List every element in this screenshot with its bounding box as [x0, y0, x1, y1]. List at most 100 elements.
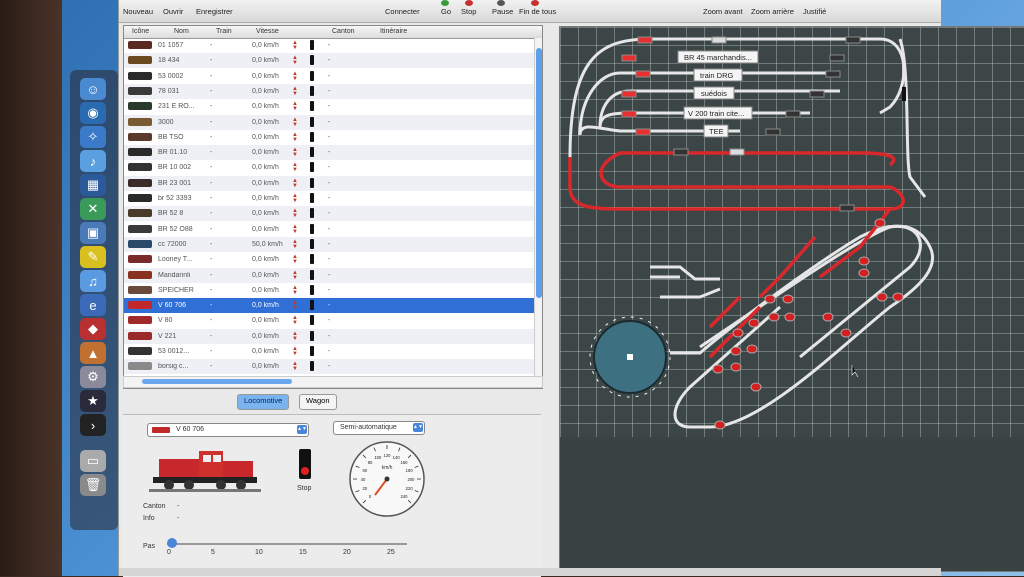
direction-arrows-icon[interactable]: ▲ ▼ [292, 132, 298, 143]
direction-arrows-icon[interactable]: ▲ ▼ [292, 101, 298, 112]
direction-arrows-icon[interactable]: ▲ ▼ [292, 254, 298, 265]
stop-button[interactable]: Stop [461, 7, 476, 16]
vertical-scrollbar[interactable] [534, 38, 542, 388]
header-route[interactable]: Itinéraire [380, 28, 407, 35]
table-row[interactable]: BR 10 002 - 0,0 km/h ▲ ▼ - [124, 160, 534, 175]
slider-knob[interactable] [167, 538, 177, 548]
locomotive-select[interactable]: V 60 706 ▲▼ [147, 423, 309, 437]
stickies-icon[interactable]: ✎ [80, 246, 106, 268]
open-button[interactable]: Ouvrir [163, 7, 183, 16]
header-train[interactable]: Train [216, 28, 232, 35]
direction-arrows-icon[interactable]: ▲ ▼ [292, 162, 298, 173]
pause-button[interactable]: Pause [492, 7, 513, 16]
direction-arrows-icon[interactable]: ▲ ▼ [292, 178, 298, 189]
scroll-thumb[interactable] [536, 48, 542, 298]
table-row[interactable]: V 80 - 0,0 km/h ▲ ▼ - [124, 313, 534, 328]
stop-signal[interactable] [299, 449, 311, 479]
tab-wagon[interactable]: Wagon [299, 394, 337, 410]
header-canton[interactable]: Canton [332, 28, 355, 35]
direction-arrows-icon[interactable]: ▲ ▼ [292, 300, 298, 311]
table-row[interactable]: cc 72000 - 50,0 km/h ▲ ▼ - [124, 236, 534, 252]
zoom-in-button[interactable]: Zoom avant [703, 7, 743, 16]
direction-arrows-icon[interactable]: ▲ ▼ [292, 270, 298, 281]
direction-arrows-icon[interactable]: ▲ ▼ [292, 224, 298, 235]
direction-arrows-icon[interactable]: ▲ ▼ [292, 285, 298, 296]
table-row[interactable]: SPEICHER - 0,0 km/h ▲ ▼ - [124, 283, 534, 298]
star-icon[interactable]: ★ [80, 390, 106, 412]
browser-icon[interactable]: e [80, 294, 106, 316]
itunes-icon[interactable]: ♪ [80, 150, 106, 172]
train-app-icon[interactable]: ◆ [80, 318, 106, 340]
go-button[interactable]: Go [441, 7, 451, 16]
trash-icon[interactable]: 🗑 [80, 474, 106, 496]
table-row[interactable]: br 52 3393 - 0,0 km/h ▲ ▼ - [124, 191, 534, 206]
terminal-icon[interactable]: › [80, 414, 106, 436]
row-train: - [210, 348, 213, 355]
table-row[interactable]: 01 1057 - 0,0 km/h ▲ ▼ - [124, 38, 534, 53]
table-row[interactable]: 3000 - 0,0 km/h ▲ ▼ - [124, 114, 534, 130]
new-button[interactable]: Nouveau [123, 7, 153, 16]
table-row[interactable]: 53 0012... - 0,0 km/h ▲ ▼ - [124, 344, 534, 359]
row-speed: 0,0 km/h [252, 72, 279, 80]
track-layout-canvas[interactable]: BR 45 marchandis... train DRG suédois V … [559, 26, 1024, 572]
table-row[interactable]: V 221 - 0,0 km/h ▲ ▼ - [124, 328, 534, 344]
safari-icon[interactable]: ✧ [80, 126, 106, 148]
direction-arrows-icon[interactable]: ▲ ▼ [292, 361, 298, 372]
table-row[interactable]: BR 52 8 - 0,0 km/h ▲ ▼ - [124, 206, 534, 222]
direction-arrows-icon[interactable]: ▲ ▼ [292, 55, 298, 66]
direction-arrows-icon[interactable]: ▲ ▼ [292, 315, 298, 326]
table-row[interactable]: 231 E RO... - 0,0 km/h ▲ ▼ - [124, 99, 534, 114]
justify-button[interactable]: Justifié [803, 7, 826, 16]
save-button[interactable]: Enregistrer [196, 7, 233, 16]
locomotive-thumbnail-icon [128, 117, 152, 126]
table-row[interactable]: borsig c... - 0,0 km/h ▲ ▼ - [124, 359, 534, 375]
disk-icon[interactable]: ▭ [80, 450, 106, 472]
direction-arrows-icon[interactable]: ▲ ▼ [292, 40, 298, 51]
connect-button[interactable]: Connecter [385, 7, 420, 16]
table-row[interactable]: BR 23 001 - 0,0 km/h ▲ ▼ - [124, 175, 534, 191]
table-row[interactable]: BB TSO - 0,0 km/h ▲ ▼ - [124, 130, 534, 145]
train-label-4[interactable]: V 200 train cite... [688, 109, 744, 118]
table-row[interactable]: 78 031 - 0,0 km/h ▲ ▼ - [124, 83, 534, 99]
tab-locomotive[interactable]: Locomotive [237, 394, 290, 410]
direction-arrows-icon[interactable]: ▲ ▼ [292, 346, 298, 357]
table-row[interactable]: 53 0002 - 0,0 km/h ▲ ▼ - [124, 69, 534, 84]
direction-arrows-icon[interactable]: ▲ ▼ [292, 117, 298, 128]
hscroll-thumb[interactable] [142, 379, 292, 384]
horizontal-scrollbar[interactable] [123, 376, 543, 388]
slider-tick-label: 0 [167, 549, 171, 556]
preview-icon[interactable]: ▣ [80, 222, 106, 244]
train-label-3[interactable]: suédois [701, 89, 727, 98]
header-name[interactable]: Nom [174, 28, 189, 35]
table-row[interactable]: BR 52 O88 - 0,0 km/h ▲ ▼ - [124, 222, 534, 237]
dashboard-icon[interactable]: ◉ [80, 102, 106, 124]
table-row[interactable]: 18 434 - 0,0 km/h ▲ ▼ - [124, 53, 534, 69]
finder-icon[interactable]: ☺ [80, 78, 106, 100]
train-label-1[interactable]: BR 45 marchandis... [684, 53, 752, 62]
table-row[interactable]: Mandarinli - 0,0 km/h ▲ ▼ - [124, 267, 534, 283]
header-icon[interactable]: Icône [132, 28, 149, 35]
photos-icon[interactable]: ▲ [80, 342, 106, 364]
xcode-icon[interactable]: ✕ [80, 198, 106, 220]
direction-arrows-icon[interactable]: ▲ ▼ [292, 239, 298, 250]
table-row[interactable]: BR 01.10 - 0,0 km/h ▲ ▼ - [124, 145, 534, 161]
zoom-out-button[interactable]: Zoom arrière [751, 7, 794, 16]
table-row[interactable]: V 60 706 - 0,0 km/h ▲ ▼ - [124, 298, 534, 314]
finish-all-button[interactable]: Fin de tous [519, 7, 556, 16]
table-row[interactable]: Looney T... - 0,0 km/h ▲ ▼ - [124, 252, 534, 267]
train-label-2[interactable]: train DRG [700, 71, 734, 80]
header-speed[interactable]: Vitesse [256, 28, 279, 35]
music-icon[interactable]: ♫ [80, 270, 106, 292]
calendar-icon[interactable]: ▦ [80, 174, 106, 196]
direction-arrows-icon[interactable]: ▲ ▼ [292, 193, 298, 204]
direction-arrows-icon[interactable]: ▲ ▼ [292, 147, 298, 158]
direction-arrows-icon[interactable]: ▲ ▼ [292, 208, 298, 219]
direction-arrows-icon[interactable]: ▲ ▼ [292, 331, 298, 342]
utility-icon[interactable]: ⚙ [80, 366, 106, 388]
mode-select[interactable]: Semi-automatique ▲▼ [333, 421, 425, 435]
train-label-5[interactable]: TEE [709, 127, 724, 136]
direction-arrows-icon[interactable]: ▲ ▼ [292, 86, 298, 97]
direction-arrows-icon[interactable]: ▲ ▼ [292, 71, 298, 82]
row-canton: - [328, 42, 331, 49]
signal-icon [310, 269, 314, 280]
